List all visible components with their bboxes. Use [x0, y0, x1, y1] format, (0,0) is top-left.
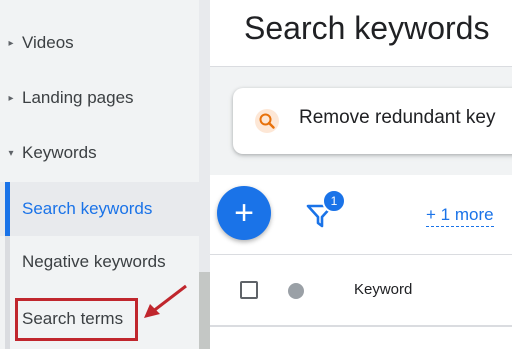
- sidebar-item-keywords[interactable]: ▾ Keywords: [0, 131, 199, 175]
- annotation-arrow-icon: [144, 284, 187, 318]
- sidebar-item-negative-keywords[interactable]: Negative keywords: [0, 240, 199, 284]
- sidebar-item-label: Videos: [22, 33, 74, 52]
- page-title: Search keywords: [244, 10, 490, 46]
- status-column-icon: [288, 283, 304, 299]
- sidebar-item-label: Search keywords: [22, 199, 153, 218]
- page-header: Search keywords: [210, 0, 512, 67]
- sidebar-item-search-keywords[interactable]: Search keywords: [0, 182, 199, 236]
- sidebar-item-label: Keywords: [22, 143, 97, 162]
- select-all-checkbox[interactable]: [240, 281, 258, 299]
- main-content: Search keywords Remove redundant key + 1…: [210, 0, 512, 349]
- search-icon: [255, 109, 279, 133]
- caret-right-icon: ▸: [8, 92, 14, 104]
- caret-down-icon: ▾: [8, 147, 14, 159]
- filter-count-badge: 1: [322, 189, 346, 213]
- sidebar-item-label: Negative keywords: [22, 252, 166, 271]
- sidebar-item-videos[interactable]: ▸ Videos: [0, 21, 199, 65]
- toolbar: + 1 + 1 more: [210, 176, 512, 255]
- table-header: Keyword: [210, 255, 512, 327]
- more-filters-link[interactable]: + 1 more: [426, 205, 494, 227]
- recommendation-text: Remove redundant key: [299, 107, 496, 128]
- sidebar: ▸ Videos ▸ Landing pages ▾ Keywords Sear…: [0, 0, 199, 349]
- recommendation-card[interactable]: Remove redundant key: [233, 88, 512, 154]
- caret-right-icon: ▸: [8, 37, 14, 49]
- highlight-box: [15, 298, 138, 341]
- scrollbar-thumb[interactable]: [199, 272, 210, 349]
- sidebar-item-landing-pages[interactable]: ▸ Landing pages: [0, 76, 199, 120]
- sidebar-item-label: Landing pages: [22, 88, 134, 107]
- sidebar-scrollbar[interactable]: [199, 0, 210, 349]
- column-header-keyword[interactable]: Keyword: [354, 281, 412, 298]
- add-button[interactable]: +: [217, 186, 271, 240]
